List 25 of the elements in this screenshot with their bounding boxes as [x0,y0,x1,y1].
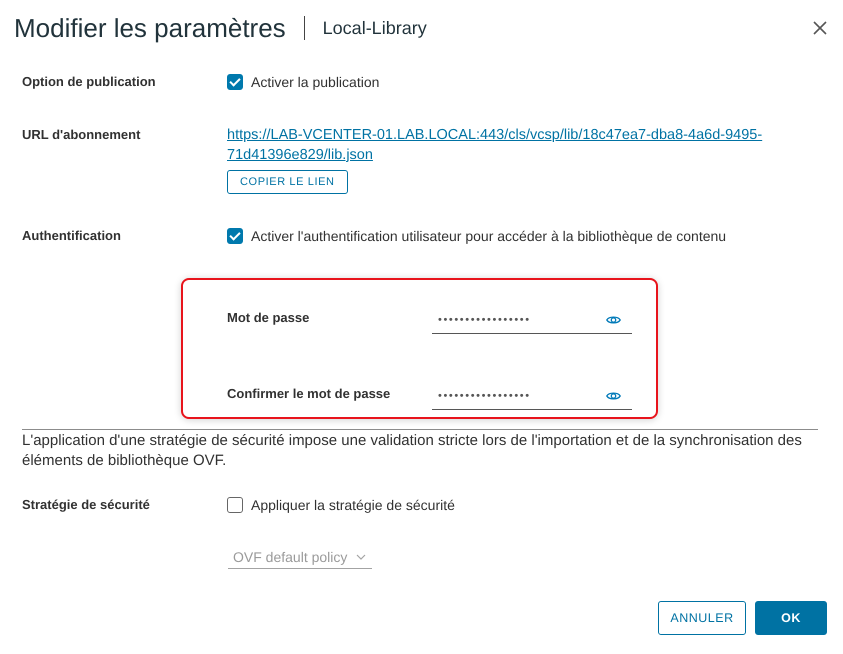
checkbox-label[interactable]: Appliquer la stratégie de sécurité [251,495,455,515]
field-label: Mot de passe [227,309,310,327]
eye-icon[interactable] [606,314,621,324]
subscription-link[interactable]: https://LAB-VCENTER-01.LAB.LOCAL:443/cls/vcsp/lib/18c47ea7-dba8-4a6d-9495-71d41396e829/lib.json [227,125,787,165]
form-label: URL d'abonnement [22,126,142,144]
field-label: Confirmer le mot de passe [227,385,392,403]
form-label: Option de publication [22,73,157,91]
checkbox[interactable] [227,74,243,90]
notice-text: L'application d'une stratégie de sécurité impose une validation stricte lors de l'importation et de la synchronisation des éléments de bibliothèque OVF. [22,431,803,471]
checkbox-label[interactable]: Activer la publication [251,72,380,92]
form-label: Authentification [22,227,122,245]
copy-link-button[interactable]: COPIER LE LIEN [227,170,348,194]
password-field[interactable]: ••••••••••••••••• [432,384,632,410]
ok-button[interactable]: OK [755,601,827,635]
checkbox[interactable] [227,228,243,244]
caret-icon [356,554,366,560]
password-field[interactable]: ••••••••••••••••• [432,308,632,334]
dialog-subtitle: Local-Library [322,18,427,38]
close-icon[interactable] [813,21,827,35]
checkbox-label[interactable]: Activer l'authentification utilisateur pour accéder à la bibliothèque de contenu [251,226,726,246]
form-label: Stratégie de sécurité [22,496,151,514]
dialog-title: Modifier les paramètres [14,12,286,44]
checkbox[interactable] [227,497,243,513]
eye-icon[interactable] [606,390,621,400]
cancel-button[interactable]: ANNULER [658,601,746,635]
